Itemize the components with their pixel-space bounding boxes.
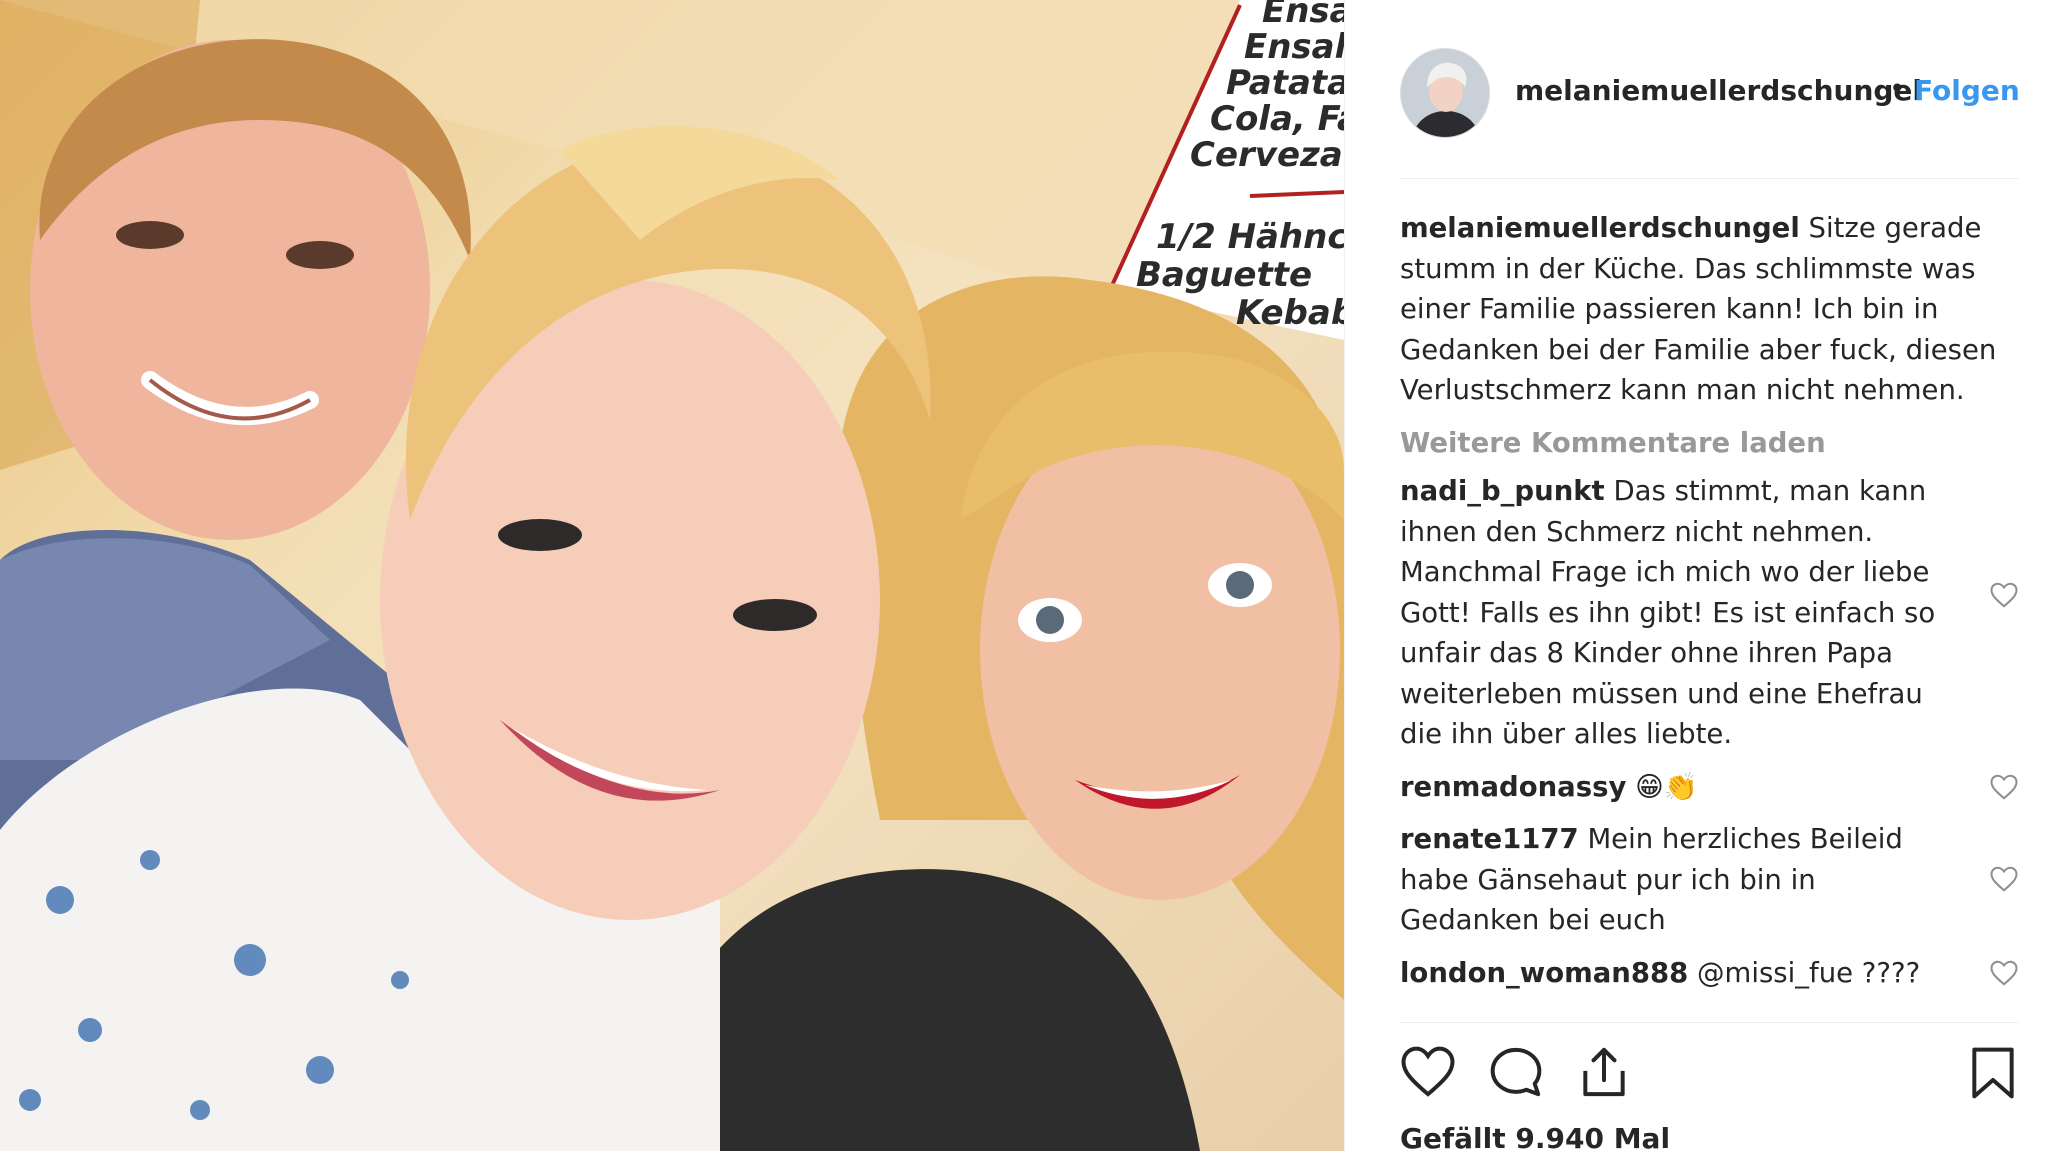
post-author[interactable]: melaniemuellerdschungel [1515,74,1922,107]
post-caption: melaniemuellerdschungel Sitze gerade stu… [1400,208,2019,411]
menu-line: Ensala [1244,27,1344,67]
menu-line: Cerveza [1190,135,1343,175]
comment-text: 😁👏 [1635,770,1699,803]
separator-dot: • [1889,72,1906,105]
post-photo[interactable]: Ensa Ensala Patatas Cola, Fa Cerveza 1/2… [0,0,1344,1151]
menu-line: Patatas [1226,63,1344,103]
heart-outline-icon[interactable] [1989,959,2019,987]
share-icon[interactable] [1576,1045,1632,1099]
heart-icon[interactable] [1400,1045,1456,1099]
load-more-comments-link[interactable]: Weitere Kommentare laden [1400,423,2019,464]
comment-username[interactable]: renate1177 [1400,823,1579,855]
follow-button[interactable]: Folgen [1914,74,2020,107]
heart-outline-icon[interactable] [1989,865,2019,893]
header-divider [1400,178,2019,179]
actions-divider [1400,1022,2019,1023]
caption-username[interactable]: melaniemuellerdschungel [1400,212,1800,244]
menu-line: 1/2 Hähnch [1156,217,1344,257]
comment-icon[interactable] [1488,1045,1544,1099]
menu-line: Baguette [1136,255,1312,295]
comment-item: renmadonassy 😁👏 [1400,767,2019,808]
comments-section: melaniemuellerdschungel Sitze gerade stu… [1400,208,2019,1005]
selfie-illustration: Ensa Ensala Patatas Cola, Fa Cerveza 1/2… [0,0,1344,1151]
comment-username[interactable]: renmadonassy [1400,771,1626,803]
heart-outline-icon[interactable] [1989,773,2019,801]
comment-username[interactable]: london_woman888 [1400,957,1688,989]
comment-item: london_woman888 @missi_fue ???? [1400,953,2019,994]
post-actions [1400,1045,2019,1105]
heart-outline-icon[interactable] [1989,581,2019,609]
comment-item: renate1177 Mein herzliches Beileid habe … [1400,819,2019,941]
post-header: melaniemuellerdschungel • Folgen [1345,0,2048,178]
comment-username[interactable]: nadi_b_punkt [1400,475,1605,507]
comment-item: nadi_b_punkt Das stimmt, man kann ihnen … [1400,471,2019,755]
menu-line: Cola, Fa [1210,99,1344,139]
post-sidebar: melaniemuellerdschungel • Folgen melanie… [1344,0,2048,1155]
menu-line: Kebab [1236,293,1344,333]
bookmark-icon[interactable] [1965,1045,2021,1101]
likes-count[interactable]: Gefällt 9.940 Mal [1400,1122,1670,1155]
comment-text: @missi_fue ???? [1697,956,1921,989]
comment-text: Das stimmt, man kann ihnen den Schmerz n… [1400,475,1936,750]
avatar[interactable] [1400,48,1490,138]
avatar-image [1401,49,1489,137]
